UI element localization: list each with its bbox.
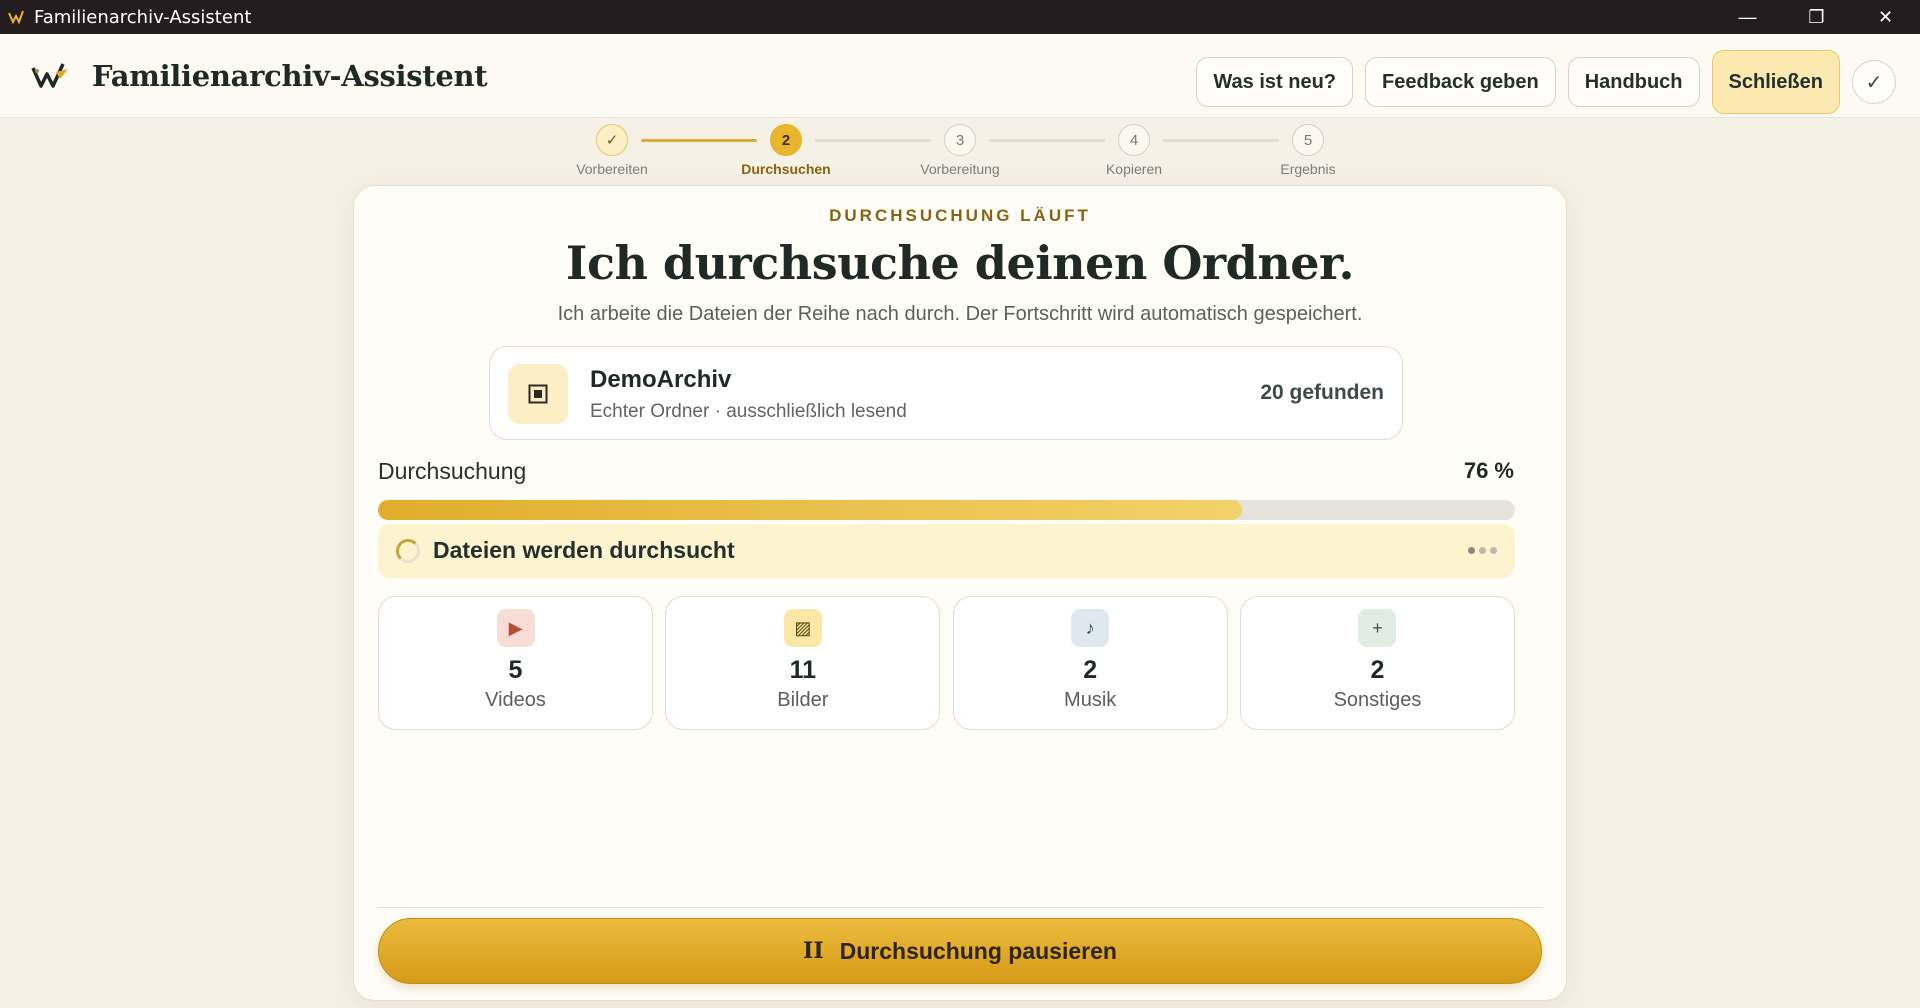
- pause-icon: II: [803, 938, 824, 964]
- tile-label: Videos: [485, 689, 546, 711]
- status-text: Dateien werden durchsucht: [433, 537, 735, 563]
- window-titlebar: Familienarchiv-Assistent — ❐ ✕: [0, 0, 1920, 34]
- footer-divider: [378, 907, 1542, 908]
- tile-images: ▨ 11 Bilder: [665, 596, 941, 730]
- folder-icon: [508, 364, 568, 424]
- pause-scan-button[interactable]: II Durchsuchung pausieren: [378, 918, 1542, 984]
- tile-label: Sonstiges: [1333, 689, 1422, 711]
- progress-stepper: ✓ Vorbereiten 2 Durchsuchen 3 Vorbereitu…: [0, 118, 1920, 184]
- header-actions: Was ist neu? Feedback geben Handbuch Sch…: [1184, 50, 1896, 114]
- app-header: Familienarchiv-Assistent Was ist neu? Fe…: [0, 34, 1920, 118]
- scan-card: DURCHSUCHUNG LÄUFT Ich durchsuche deinen…: [353, 185, 1567, 1001]
- spinner-icon: [396, 539, 420, 563]
- window-title: Familienarchiv-Assistent: [34, 6, 252, 28]
- progress-bar-fill: [378, 500, 1243, 520]
- progress-bar: [378, 500, 1515, 520]
- tile-count: 5: [508, 656, 523, 684]
- music-note-icon: ♪: [1071, 609, 1110, 647]
- loading-dots-icon: [1464, 547, 1497, 554]
- step-result: 5 Ergebnis: [1248, 124, 1368, 177]
- page-subtitle: Ich arbeite die Dateien der Reihe nach d…: [557, 303, 1363, 325]
- step-label: Vorbereitung: [920, 161, 1000, 177]
- source-folder-card: DemoArchiv Echter Ordner · ausschließlic…: [489, 346, 1403, 440]
- step-scan: 2 Durchsuchen: [726, 124, 846, 177]
- step-label: Kopieren: [1105, 161, 1163, 177]
- tile-label: Musik: [1064, 689, 1117, 711]
- window-controls: — ❐ ✕: [1713, 0, 1920, 34]
- minimize-button[interactable]: —: [1713, 0, 1782, 34]
- file-type-tiles: ▶ 5 Videos ▨ 11 Bilder ♪ 2 Musik + 2 Son…: [378, 596, 1515, 730]
- plus-icon: +: [1358, 609, 1397, 647]
- step-circle: 2: [770, 124, 802, 156]
- tile-count: 11: [789, 656, 817, 684]
- manual-button[interactable]: Handbuch: [1567, 57, 1700, 107]
- step-label: Durchsuchen: [741, 161, 831, 177]
- tile-music: ♪ 2 Musik: [952, 596, 1228, 730]
- image-icon: ▨: [783, 609, 822, 647]
- page-title: Ich durchsuche deinen Ordner.: [565, 236, 1355, 290]
- whats-new-button[interactable]: Was ist neu?: [1196, 57, 1354, 107]
- restore-button[interactable]: ❐: [1782, 0, 1851, 34]
- step-circle: 4: [1118, 124, 1150, 156]
- feedback-button[interactable]: Feedback geben: [1365, 57, 1556, 107]
- check-icon[interactable]: ✓: [1852, 60, 1896, 104]
- source-name: DemoArchiv: [590, 366, 732, 393]
- brand-logo-icon: [30, 56, 70, 96]
- tile-count: 2: [1370, 656, 1385, 684]
- tile-count: 2: [1083, 656, 1098, 684]
- step-label: Vorbereiten: [576, 161, 648, 177]
- source-meta: Echter Ordner · ausschließlich lesend: [590, 401, 907, 422]
- step-circle: 3: [944, 124, 976, 156]
- step-circle: ✓: [596, 124, 628, 156]
- play-icon: ▶: [496, 609, 535, 647]
- tile-label: Bilder: [777, 689, 829, 711]
- app-logo-icon: [8, 10, 24, 25]
- close-window-button[interactable]: ✕: [1851, 0, 1920, 34]
- step-prepare: ✓ Vorbereiten: [552, 124, 672, 177]
- brand-title: Familienarchiv-Assistent: [92, 58, 488, 93]
- found-count: 20 gefunden: [1260, 381, 1384, 404]
- tile-videos: ▶ 5 Videos: [378, 596, 653, 730]
- step-preparation: 3 Vorbereitung: [900, 124, 1020, 177]
- close-button[interactable]: Schließen: [1711, 50, 1840, 114]
- progress-label: Durchsuchung: [378, 458, 527, 484]
- progress-percent: 76 %: [1463, 458, 1514, 483]
- step-circle: 5: [1292, 124, 1324, 156]
- status-eyebrow: DURCHSUCHUNG LÄUFT: [829, 206, 1091, 225]
- status-banner: Dateien werden durchsucht: [378, 524, 1515, 578]
- step-copy: 4 Kopieren: [1074, 124, 1194, 177]
- step-label: Ergebnis: [1280, 161, 1336, 177]
- tile-other: + 2 Sonstiges: [1239, 596, 1515, 730]
- pause-button-label: Durchsuchung pausieren: [839, 937, 1117, 964]
